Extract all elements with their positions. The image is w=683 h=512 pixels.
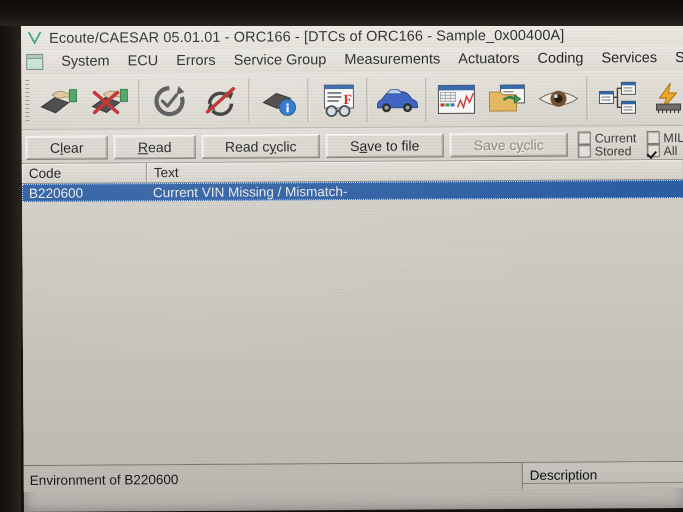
toolbar-grip[interactable] — [25, 79, 30, 124]
fault-list: Code Text B220600 Current VIN Missing / … — [21, 159, 683, 465]
status-filter-group: Current Stored — [577, 130, 637, 158]
column-header-code[interactable]: Code — [21, 163, 147, 183]
clear-button-label: Clear — [49, 139, 84, 156]
window-title: Ecoute/CAESAR 05.01.01 - ORC166 - [DTCs … — [49, 27, 565, 47]
current-checkbox[interactable] — [577, 131, 591, 145]
menu-item-ecu[interactable]: ECU — [119, 52, 168, 71]
all-checkbox-row[interactable]: All — [646, 143, 683, 158]
stored-checkbox[interactable] — [577, 144, 591, 158]
column-header-text[interactable]: Text — [146, 159, 683, 183]
mil-filter-group: MIL On All — [646, 130, 683, 158]
toolbar-separator — [248, 78, 251, 123]
toolbar-separator — [366, 77, 369, 122]
monitor-eye-icon[interactable] — [532, 73, 583, 123]
vehicle-icon[interactable] — [371, 74, 422, 124]
monitor-bezel-left — [0, 0, 21, 512]
menu-item-coding[interactable]: Coding — [528, 49, 592, 68]
toolbar-separator — [586, 76, 589, 121]
application-window: Ecoute/CAESAR 05.01.01 - ORC166 - [DTCs … — [21, 21, 683, 512]
read-faults-icon[interactable]: F — [312, 74, 363, 124]
menu-item-service-group[interactable]: Service Group — [225, 51, 336, 71]
flash-ecu-icon[interactable] — [642, 72, 683, 122]
ecu-info-icon[interactable] — [253, 75, 304, 125]
menu-item-errors[interactable]: Errors — [167, 51, 225, 70]
cell-text: Current VIN Missing / Mismatch- — [152, 183, 348, 200]
tool-bar: F — [21, 69, 683, 130]
read-cyclic-button[interactable]: Read cyclic — [201, 134, 320, 159]
environment-left: Environment of B220600 — [24, 463, 522, 492]
description-pane: Description — [521, 461, 683, 489]
all-checkbox-label: All — [663, 143, 678, 158]
refresh-check-icon[interactable] — [143, 75, 194, 125]
sequence-icon[interactable] — [591, 73, 642, 123]
toolbar-separator — [307, 77, 310, 122]
v-logo-icon — [27, 32, 42, 45]
read-button-label: Read — [137, 139, 172, 156]
description-separator — [522, 481, 683, 484]
environment-bar: Environment of B220600 Description — [23, 460, 683, 492]
connect-ecu-icon[interactable] — [33, 76, 84, 126]
lower-pane: Environment of B220600 Description — [23, 459, 683, 492]
toolbar-separator — [425, 77, 428, 122]
action-bar: Clear Read Read cyclic Save to file Save… — [21, 125, 683, 164]
mil-on-checkbox[interactable] — [646, 131, 660, 145]
menu-item-system[interactable]: System — [52, 52, 118, 71]
open-project-icon[interactable] — [481, 73, 532, 123]
menu-item-services[interactable]: Services — [592, 49, 666, 68]
measurements-icon[interactable] — [430, 74, 481, 124]
stop-cyclic-icon[interactable] — [194, 75, 245, 125]
description-header: Description — [529, 467, 598, 483]
stored-checkbox-row[interactable]: Stored — [577, 143, 637, 158]
menu-item-measurements[interactable]: Measurements — [335, 50, 449, 70]
cell-code: B220600 — [28, 185, 84, 201]
environment-label: Environment of B220600 — [29, 472, 179, 488]
mil-on-checkbox-row[interactable]: MIL On — [646, 130, 683, 145]
screen-photo: Ecoute/CAESAR 05.01.01 - ORC166 - [DTCs … — [0, 0, 683, 512]
current-checkbox-row[interactable]: Current — [577, 131, 636, 145]
mil-on-checkbox-label: MIL On — [663, 130, 683, 145]
save-cyclic-button: Save cyclic — [449, 132, 568, 158]
all-checkbox[interactable] — [646, 144, 660, 158]
read-cyclic-button-label: Read cyclic — [224, 138, 297, 155]
menu-item-actuators[interactable]: Actuators — [449, 49, 528, 68]
read-button[interactable]: Read — [113, 134, 196, 160]
save-to-file-button-label: Save to file — [350, 137, 420, 154]
fault-list-body: B220600 Current VIN Missing / Mismatch- — [21, 179, 683, 465]
clear-button[interactable]: Clear — [25, 135, 108, 160]
save-cyclic-button-label: Save cyclic — [473, 136, 544, 154]
stored-checkbox-label: Stored — [594, 143, 632, 158]
save-to-file-button[interactable]: Save to file — [325, 133, 444, 159]
menu-item-sequences[interactable]: Sequenc — [666, 48, 683, 67]
disconnect-ecu-icon[interactable] — [84, 76, 135, 126]
monitor-bezel-top — [0, 0, 683, 26]
toolbar-separator — [138, 78, 141, 123]
mdi-window-icon[interactable] — [26, 53, 44, 70]
table-row[interactable]: B220600 Current VIN Missing / Mismatch- — [21, 179, 683, 202]
